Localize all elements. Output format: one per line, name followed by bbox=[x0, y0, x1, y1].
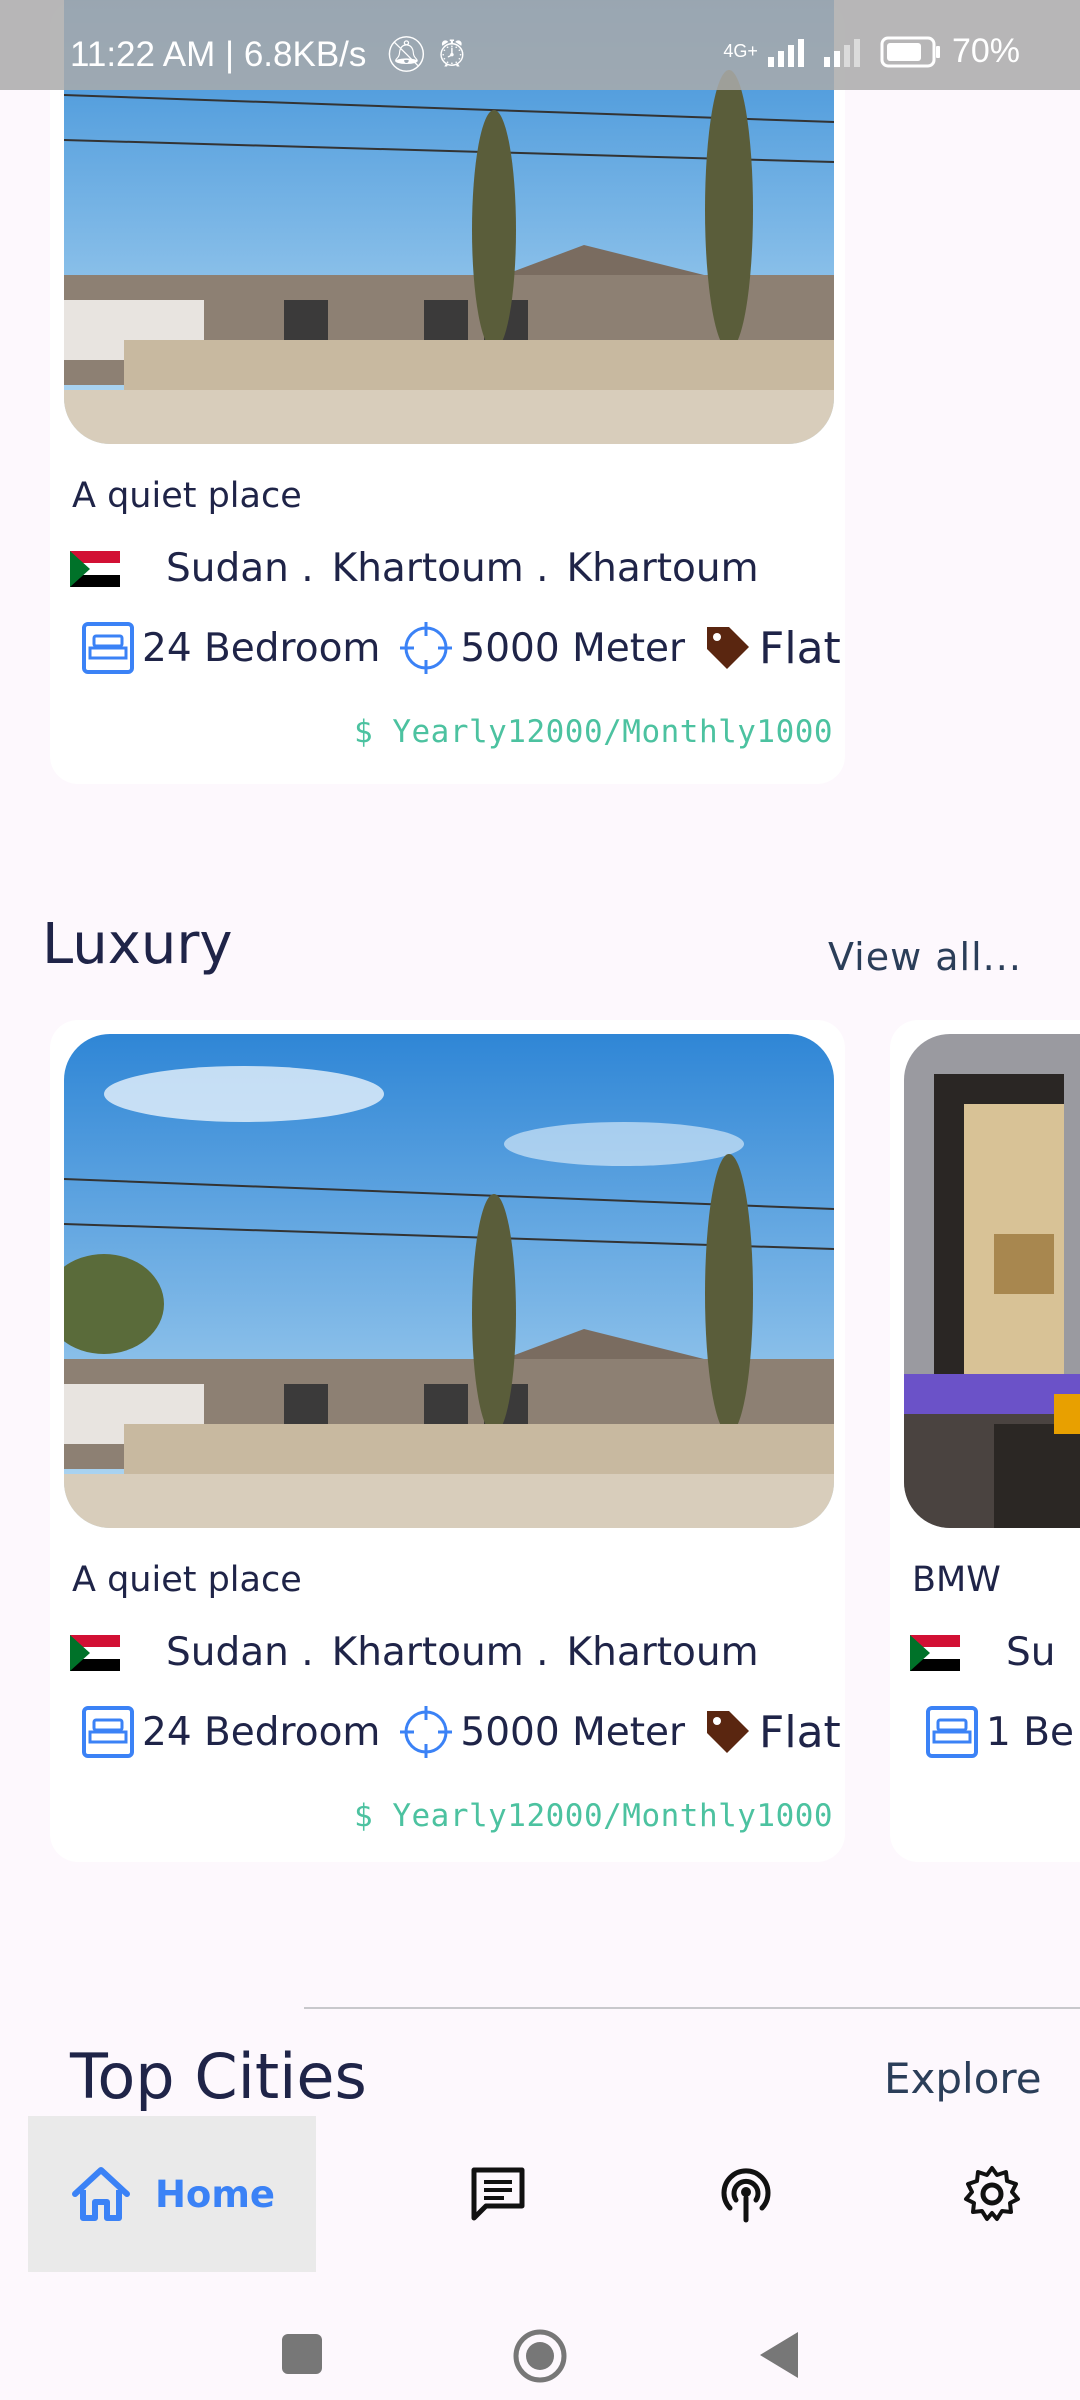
bed-icon bbox=[82, 1706, 134, 1758]
network-type: 4G+ bbox=[723, 41, 758, 61]
property-card-top[interactable]: A quiet place Sudan . Khartoum . Khartou… bbox=[50, 0, 845, 784]
property-price: $ Yearly12000/Monthly1000 bbox=[354, 1798, 834, 1834]
area-size: 5000 Meter bbox=[460, 1709, 686, 1755]
property-photo[interactable] bbox=[904, 1034, 1080, 1528]
settings-gear-icon[interactable] bbox=[962, 2164, 1022, 2224]
system-navigation-bar bbox=[0, 2272, 1080, 2400]
sudan-flag-icon bbox=[70, 1634, 120, 1671]
signal-icon bbox=[767, 38, 804, 67]
signal-icon-2 bbox=[823, 38, 860, 67]
property-price: $ Yearly12000/Monthly1000 bbox=[354, 714, 834, 750]
property-card-luxury-1[interactable]: A quiet place Sudan . Khartoum . Khartou… bbox=[50, 1020, 845, 1862]
explore-link[interactable]: Explore bbox=[884, 2054, 1042, 2103]
city-label: Khartoum bbox=[566, 546, 759, 591]
bed-icon bbox=[82, 622, 134, 674]
bedroom-count: 24 Bedroom bbox=[142, 1709, 381, 1755]
bedroom-count: 24 Bedroom bbox=[142, 625, 381, 671]
property-type: Flat bbox=[759, 622, 841, 674]
location-row: Sudan . Khartoum . Khartoum bbox=[70, 1630, 759, 1675]
view-all-link[interactable]: View all... bbox=[828, 935, 1022, 979]
status-bar: 11:22 AM | 6.8KB/s 🔕︎ ⏰︎ 4G+ 70% bbox=[0, 0, 1080, 90]
sudan-flag-icon bbox=[70, 550, 120, 587]
property-title: BMW bbox=[912, 1560, 1001, 1600]
battery-icon bbox=[880, 36, 940, 67]
features-row: 1 Be bbox=[924, 1704, 1080, 1760]
tag-icon bbox=[707, 627, 750, 669]
home-icon bbox=[71, 2167, 130, 2221]
recents-button[interactable] bbox=[282, 2334, 322, 2374]
country-label: Su bbox=[1006, 1630, 1056, 1675]
location-row: Sudan . Khartoum . Khartoum bbox=[70, 546, 759, 591]
features-row: 24 Bedroom 5000 Meter Flat bbox=[80, 1704, 859, 1760]
property-card-luxury-2[interactable]: BMW Su 1 Be bbox=[890, 1020, 1080, 1862]
nav-home-label: Home bbox=[154, 2172, 276, 2216]
mute-icon: 🔕︎ bbox=[384, 35, 429, 74]
state-label: Khartoum . bbox=[331, 546, 549, 591]
section-divider bbox=[304, 2007, 1080, 2009]
crosshair-icon bbox=[400, 622, 453, 674]
city-label: Khartoum bbox=[566, 1630, 759, 1675]
bedroom-count: 1 Be bbox=[986, 1709, 1074, 1755]
country-label: Sudan . bbox=[166, 1630, 314, 1675]
nav-home-tab[interactable]: Home bbox=[28, 2116, 316, 2272]
status-time: 11:22 AM | 6.8KB/s bbox=[70, 35, 367, 74]
property-photo[interactable] bbox=[64, 1034, 834, 1528]
section-title-top-cities: Top Cities bbox=[70, 2040, 367, 2113]
state-label: Khartoum . bbox=[331, 1630, 549, 1675]
podcast-icon[interactable] bbox=[716, 2164, 776, 2224]
back-triangle-button[interactable] bbox=[756, 2330, 802, 2380]
property-type: Flat bbox=[759, 1706, 841, 1758]
property-title: A quiet place bbox=[72, 476, 302, 516]
crosshair-icon bbox=[400, 1706, 453, 1758]
home-circle-button[interactable] bbox=[512, 2328, 568, 2384]
country-label: Sudan . bbox=[166, 546, 314, 591]
location-row: Su bbox=[910, 1630, 1055, 1675]
sudan-flag-icon bbox=[910, 1634, 960, 1671]
area-size: 5000 Meter bbox=[460, 625, 686, 671]
alarm-icon: ⏰︎ bbox=[438, 35, 466, 74]
bed-icon bbox=[926, 1706, 978, 1758]
battery-level: 70% bbox=[951, 32, 1020, 70]
chat-icon[interactable] bbox=[468, 2164, 528, 2224]
features-row: 24 Bedroom 5000 Meter Flat bbox=[80, 620, 859, 676]
section-title-luxury: Luxury bbox=[42, 912, 233, 977]
bottom-navigation: Home bbox=[28, 2116, 1052, 2272]
property-title: A quiet place bbox=[72, 1560, 302, 1600]
tag-icon bbox=[707, 1711, 750, 1753]
